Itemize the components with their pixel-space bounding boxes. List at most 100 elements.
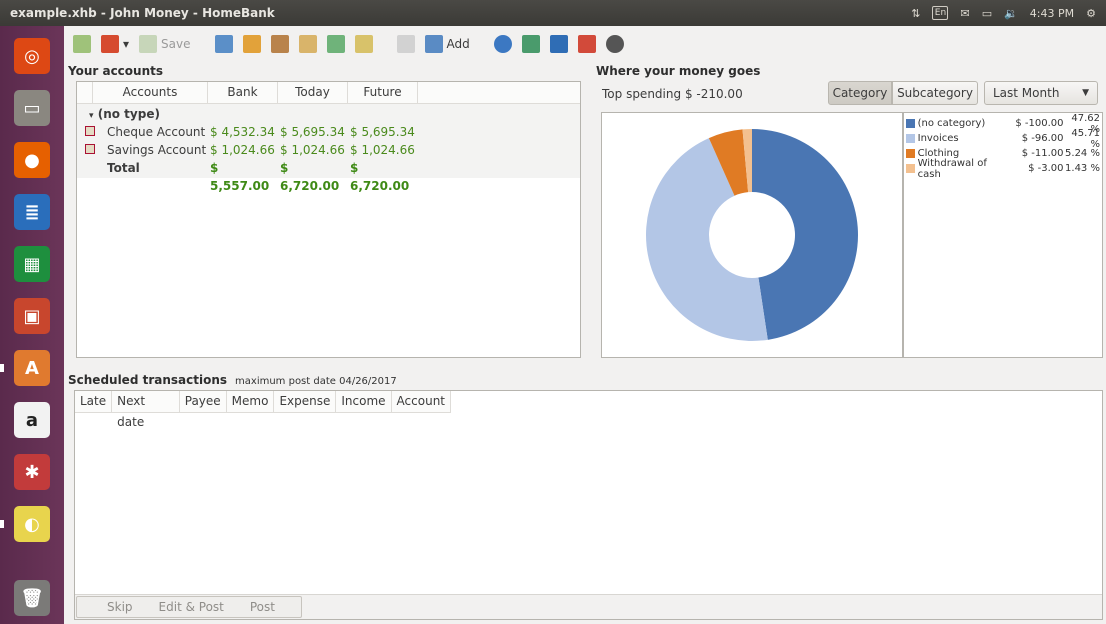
calc-launcher-button[interactable]: ▦ (8, 240, 56, 288)
col-next-date[interactable]: Next date (112, 391, 180, 429)
scheduled-panel: Late Next date Payee Memo Expense Income… (74, 390, 1103, 620)
skip-button[interactable]: Skip (77, 600, 146, 614)
pie-chart-icon (493, 35, 512, 53)
account-row[interactable]: Cheque Account $ 4,532.34 $ 5,695.34 $ 5… (77, 123, 580, 141)
legend-item[interactable]: Withdrawal of cash $ -3.00 1.43 % (906, 158, 1100, 180)
budget-report-button[interactable] (547, 31, 571, 57)
legend-percent: 5.24 % (1065, 148, 1100, 159)
archives-icon (298, 35, 317, 53)
open-file-button[interactable]: ▾ (98, 31, 132, 57)
col-income[interactable]: Income (336, 391, 392, 412)
account-bank: $ 1,024.66 (210, 143, 275, 157)
network-sort-icon[interactable]: ⇅ (911, 7, 920, 20)
system-gear-icon[interactable]: ⚙ (1086, 7, 1096, 20)
account-name: Savings Account (107, 143, 207, 157)
volume-icon[interactable]: 🔉 (1004, 7, 1018, 20)
homebank-icon: ◐ (14, 506, 50, 542)
legend-swatch (906, 164, 915, 173)
scheduled-header: Scheduled transactions maximum post date… (68, 373, 397, 387)
spending-section-title: Where your money goes (596, 64, 761, 78)
accounts-button[interactable] (212, 31, 236, 57)
save-icon (139, 35, 158, 53)
homebank-launcher-button[interactable]: ◐ (8, 500, 56, 548)
total-row: Total $ 5,557.00 $ 6,720.00 $ 6,720.00 (77, 159, 580, 193)
battery-icon[interactable]: ▭ (982, 7, 992, 20)
group-row[interactable]: ▾ (no type) (77, 105, 580, 123)
statistics-report-button[interactable] (491, 31, 515, 57)
post-button[interactable]: Post (237, 600, 301, 614)
add-transaction-button[interactable]: Add (422, 31, 473, 57)
col-today[interactable]: Today (278, 82, 348, 103)
legend-swatch (906, 134, 915, 143)
col-payee[interactable]: Payee (180, 391, 227, 412)
legend-name: Withdrawal of cash (917, 157, 987, 180)
pie-slice-no-category[interactable] (752, 129, 859, 340)
software-center-launcher-button[interactable]: A (8, 344, 56, 392)
keyboard-layout-indicator[interactable]: En (932, 6, 949, 20)
account-future: $ 5,695.34 (350, 125, 415, 139)
top-spending-value: $ -210.00 (684, 87, 743, 101)
mail-icon[interactable]: ✉ (960, 7, 969, 20)
trend-report-button[interactable] (519, 31, 543, 57)
trash-icon: 🗑 (14, 580, 50, 616)
legend-percent: 1.43 % (1065, 163, 1100, 174)
open-register-button[interactable] (394, 31, 418, 57)
col-account[interactable]: Account (392, 391, 451, 412)
archives-button[interactable] (296, 31, 320, 57)
col-bank[interactable]: Bank (208, 82, 278, 103)
settings-launcher-button[interactable]: ✱ (8, 448, 56, 496)
payees-icon (242, 35, 261, 53)
account-future: $ 1,024.66 (350, 143, 415, 157)
new-file-button[interactable] (70, 31, 94, 57)
scheduled-header-row: Late Next date Payee Memo Expense Income… (75, 391, 451, 429)
payees-button[interactable] (240, 31, 264, 57)
account-today: $ 5,695.34 (280, 125, 345, 139)
edit-pencil-icon[interactable] (77, 141, 107, 159)
subcategory-tab[interactable]: Subcategory (892, 81, 978, 105)
header-spacer (77, 82, 93, 103)
ubuntu-dash-launcher-button[interactable]: ◎ (8, 32, 56, 80)
amazon-icon: a (14, 402, 50, 438)
assign-wand-button[interactable] (352, 31, 376, 57)
categories-button[interactable] (268, 31, 292, 57)
legend-percent: 45.71 % (1071, 127, 1100, 150)
save-button[interactable]: Save (136, 31, 193, 57)
open-recent-dropdown-icon[interactable]: ▾ (123, 37, 129, 51)
scheduled-actions: Skip Edit & Post Post (76, 596, 302, 618)
budget-button[interactable] (324, 31, 348, 57)
legend-panel: (no category) $ -100.00 47.62 % Invoices $ -… (903, 112, 1103, 358)
trash-launcher-button[interactable]: 🗑 (8, 574, 56, 622)
unity-launcher: ◎ ▭ ● ≣ ▦ ▣ Aa ✱ ◐ 🗑 (0, 26, 64, 624)
account-bank: $ 4,532.34 (210, 125, 275, 139)
writer-launcher-button[interactable]: ≣ (8, 188, 56, 236)
vehicle-cost-icon (605, 35, 624, 53)
col-late[interactable]: Late (75, 391, 113, 412)
clock[interactable]: 4:43 PM (1030, 7, 1074, 20)
new-file-icon (73, 35, 91, 53)
category-tab[interactable]: Category (828, 81, 892, 105)
edit-pencil-icon[interactable] (77, 123, 107, 141)
firefox-launcher-button[interactable]: ● (8, 136, 56, 184)
balance-report-button[interactable] (575, 31, 599, 57)
col-accounts[interactable]: Accounts (93, 82, 208, 103)
impress-launcher-button[interactable]: ▣ (8, 292, 56, 340)
impress-icon: ▣ (14, 298, 50, 334)
legend-amount: $ -3.00 (1028, 163, 1064, 174)
amazon-launcher-button[interactable]: a (8, 396, 56, 444)
edit-post-button[interactable]: Edit & Post (146, 600, 237, 614)
period-select[interactable]: Last Month ▼ (984, 81, 1098, 105)
book-icon (396, 35, 415, 53)
main-toolbar: ▾ Save Add (64, 26, 1106, 62)
accounts-section-title: Your accounts (68, 64, 164, 78)
col-memo[interactable]: Memo (227, 391, 275, 412)
chart-legend: (no category) $ -100.00 47.62 % Invoices $ -… (906, 113, 1100, 180)
files-launcher-button[interactable]: ▭ (8, 84, 56, 132)
col-future[interactable]: Future (348, 82, 418, 103)
expander-arrow-icon[interactable]: ▾ (89, 111, 94, 121)
legend-item[interactable]: Invoices $ -96.00 45.71 % (906, 128, 1100, 150)
account-row[interactable]: Savings Account $ 1,024.66 $ 1,024.66 $ … (77, 141, 580, 159)
col-expense[interactable]: Expense (274, 391, 337, 412)
vehicle-cost-button[interactable] (603, 31, 627, 57)
firefox-icon: ● (14, 142, 50, 178)
legend-amount: $ -100.00 (1015, 118, 1064, 129)
